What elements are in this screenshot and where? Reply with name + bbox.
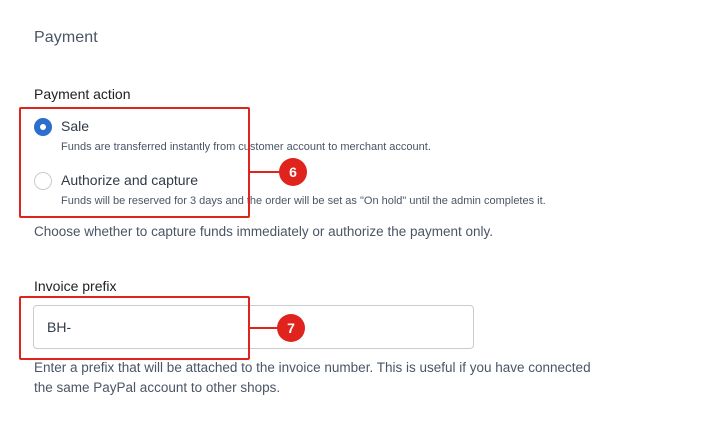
payment-action-help: Choose whether to capture funds immediat… [34, 224, 493, 239]
radio-help-sale: Funds are transferred instantly from cus… [61, 141, 431, 153]
invoice-prefix-label: Invoice prefix [34, 278, 117, 294]
invoice-prefix-input[interactable] [33, 305, 474, 349]
payment-action-label: Payment action [34, 86, 131, 102]
radio-sale-selected[interactable] [34, 118, 52, 136]
invoice-prefix-help-line-2: the same PayPal account to other shops. [34, 380, 281, 395]
annotation-marker-6: 6 [279, 158, 307, 186]
section-title: Payment [34, 29, 98, 46]
radio-label-sale: Sale [61, 118, 90, 134]
annotation-marker-7: 7 [277, 314, 305, 342]
invoice-prefix-help: Enter a prefix that will be attached to … [34, 358, 591, 398]
radio-option-sale[interactable]: Sale Funds are transferred instantly fro… [34, 117, 431, 153]
radio-help-authorize: Funds will be reserved for 3 days and th… [61, 195, 546, 207]
radio-authorize-unselected[interactable] [34, 172, 52, 190]
invoice-prefix-help-line-1: Enter a prefix that will be attached to … [34, 360, 591, 375]
